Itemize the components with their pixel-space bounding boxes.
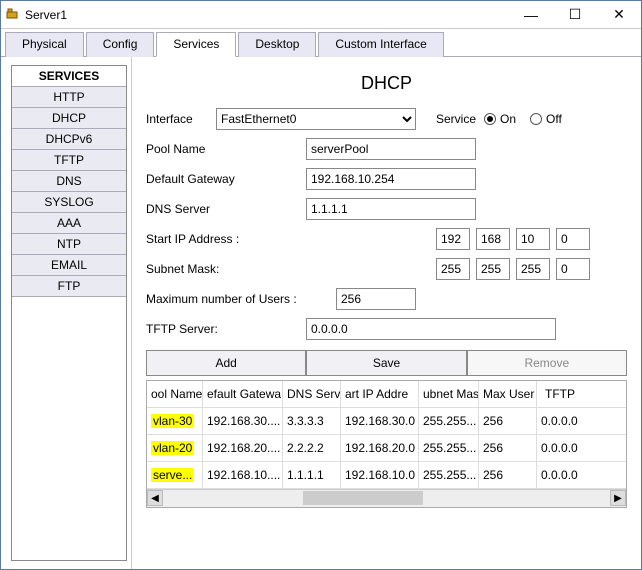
scroll-right-icon[interactable]: ▶ xyxy=(610,490,626,506)
pool-name-input[interactable] xyxy=(306,138,476,160)
table-cell: 192.168.10.... xyxy=(203,462,283,488)
table-cell: 255.255... xyxy=(419,408,479,434)
main-panel: DHCP Interface FastEthernet0 Service On … xyxy=(131,57,641,569)
table-row[interactable]: serve...192.168.10....1.1.1.1192.168.10.… xyxy=(147,462,626,489)
subnet-oct3[interactable] xyxy=(516,258,550,280)
table-cell: 255.255... xyxy=(419,462,479,488)
startip-oct1[interactable] xyxy=(436,228,470,250)
col-tftp[interactable]: TFTP xyxy=(537,381,579,407)
pool-name-label: Pool Name xyxy=(146,142,306,156)
table-cell: 3.3.3.3 xyxy=(283,408,341,434)
col-maxuser[interactable]: Max User xyxy=(479,381,537,407)
service-on-radio[interactable]: On xyxy=(484,112,516,126)
tab-config[interactable]: Config xyxy=(86,32,155,57)
table-cell: vlan-30 xyxy=(147,408,203,434)
add-button[interactable]: Add xyxy=(146,350,306,376)
interface-select[interactable]: FastEthernet0 xyxy=(216,108,416,130)
sidebar-item-tftp[interactable]: TFTP xyxy=(12,150,126,171)
sidebar-item-http[interactable]: HTTP xyxy=(12,87,126,108)
sidebar-item-email[interactable]: EMAIL xyxy=(12,255,126,276)
tftp-input[interactable] xyxy=(306,318,556,340)
sidebar-item-dhcpv6[interactable]: DHCPv6 xyxy=(12,129,126,150)
sidebar-header: SERVICES xyxy=(12,66,126,87)
app-window: Server1 — ☐ ✕ Physical Config Services D… xyxy=(0,0,642,570)
startip-oct2[interactable] xyxy=(476,228,510,250)
table-cell: 256 xyxy=(479,408,537,434)
maxusers-label: Maximum number of Users : xyxy=(146,292,336,306)
horizontal-scrollbar[interactable]: ◀ ▶ xyxy=(147,489,626,507)
startip-label: Start IP Address : xyxy=(146,232,436,246)
table-row[interactable]: vlan-30192.168.30....3.3.3.3192.168.30.0… xyxy=(147,408,626,435)
gateway-label: Default Gateway xyxy=(146,172,306,186)
sidebar-item-ftp[interactable]: FTP xyxy=(12,276,126,297)
table-cell: serve... xyxy=(147,462,203,488)
tab-services[interactable]: Services xyxy=(156,32,236,57)
tftp-label: TFTP Server: xyxy=(146,322,306,336)
interface-label: Interface xyxy=(146,112,216,126)
startip-oct4[interactable] xyxy=(556,228,590,250)
scroll-thumb[interactable] xyxy=(303,491,423,505)
table-cell: 2.2.2.2 xyxy=(283,435,341,461)
maxusers-input[interactable] xyxy=(336,288,416,310)
service-off-radio[interactable]: Off xyxy=(530,112,562,126)
table-header-row: ool Name efault Gatewa DNS Serve art IP … xyxy=(147,381,626,408)
sidebar-item-dns[interactable]: DNS xyxy=(12,171,126,192)
save-button[interactable]: Save xyxy=(306,350,466,376)
sidebar-item-dhcp[interactable]: DHCP xyxy=(12,108,126,129)
table-cell: 0.0.0.0 xyxy=(537,435,579,461)
startip-oct3[interactable] xyxy=(516,228,550,250)
window-title: Server1 xyxy=(25,8,509,22)
table-cell: 255.255... xyxy=(419,435,479,461)
dns-label: DNS Server xyxy=(146,202,306,216)
tab-desktop[interactable]: Desktop xyxy=(238,32,316,57)
maximize-button[interactable]: ☐ xyxy=(553,1,597,29)
col-gateway[interactable]: efault Gatewa xyxy=(203,381,283,407)
subnet-oct4[interactable] xyxy=(556,258,590,280)
remove-button[interactable]: Remove xyxy=(467,350,627,376)
minimize-button[interactable]: — xyxy=(509,1,553,29)
col-poolname[interactable]: ool Name xyxy=(147,381,203,407)
subnet-oct1[interactable] xyxy=(436,258,470,280)
table-cell: 1.1.1.1 xyxy=(283,462,341,488)
service-label: Service xyxy=(436,112,476,126)
subnet-oct2[interactable] xyxy=(476,258,510,280)
radio-off-icon xyxy=(530,113,542,125)
tab-physical[interactable]: Physical xyxy=(5,32,84,57)
table-cell: 192.168.10.0 xyxy=(341,462,419,488)
col-dns[interactable]: DNS Serve xyxy=(283,381,341,407)
gateway-input[interactable] xyxy=(306,168,476,190)
dns-input[interactable] xyxy=(306,198,476,220)
col-startip[interactable]: art IP Addre xyxy=(341,381,419,407)
tab-strip: Physical Config Services Desktop Custom … xyxy=(1,31,641,57)
table-cell: 192.168.20.0 xyxy=(341,435,419,461)
tab-custom-interface[interactable]: Custom Interface xyxy=(318,32,443,57)
titlebar: Server1 — ☐ ✕ xyxy=(1,1,641,29)
col-subnet[interactable]: ubnet Mas xyxy=(419,381,479,407)
page-title: DHCP xyxy=(146,73,627,94)
sidebar-item-aaa[interactable]: AAA xyxy=(12,213,126,234)
radio-on-icon xyxy=(484,113,496,125)
sidebar-item-ntp[interactable]: NTP xyxy=(12,234,126,255)
table-row[interactable]: vlan-20192.168.20....2.2.2.2192.168.20.0… xyxy=(147,435,626,462)
services-sidebar: SERVICES HTTP DHCP DHCPv6 TFTP DNS SYSLO… xyxy=(11,65,127,561)
table-cell: 256 xyxy=(479,435,537,461)
sidebar-item-syslog[interactable]: SYSLOG xyxy=(12,192,126,213)
table-cell: 0.0.0.0 xyxy=(537,462,579,488)
close-button[interactable]: ✕ xyxy=(597,1,641,29)
pool-table: ool Name efault Gatewa DNS Serve art IP … xyxy=(146,380,627,508)
app-icon xyxy=(5,8,21,22)
table-cell: 0.0.0.0 xyxy=(537,408,579,434)
scroll-left-icon[interactable]: ◀ xyxy=(147,490,163,506)
table-cell: 192.168.30.... xyxy=(203,408,283,434)
subnet-label: Subnet Mask: xyxy=(146,262,436,276)
table-cell: 192.168.20.... xyxy=(203,435,283,461)
table-cell: 192.168.30.0 xyxy=(341,408,419,434)
table-cell: 256 xyxy=(479,462,537,488)
table-cell: vlan-20 xyxy=(147,435,203,461)
